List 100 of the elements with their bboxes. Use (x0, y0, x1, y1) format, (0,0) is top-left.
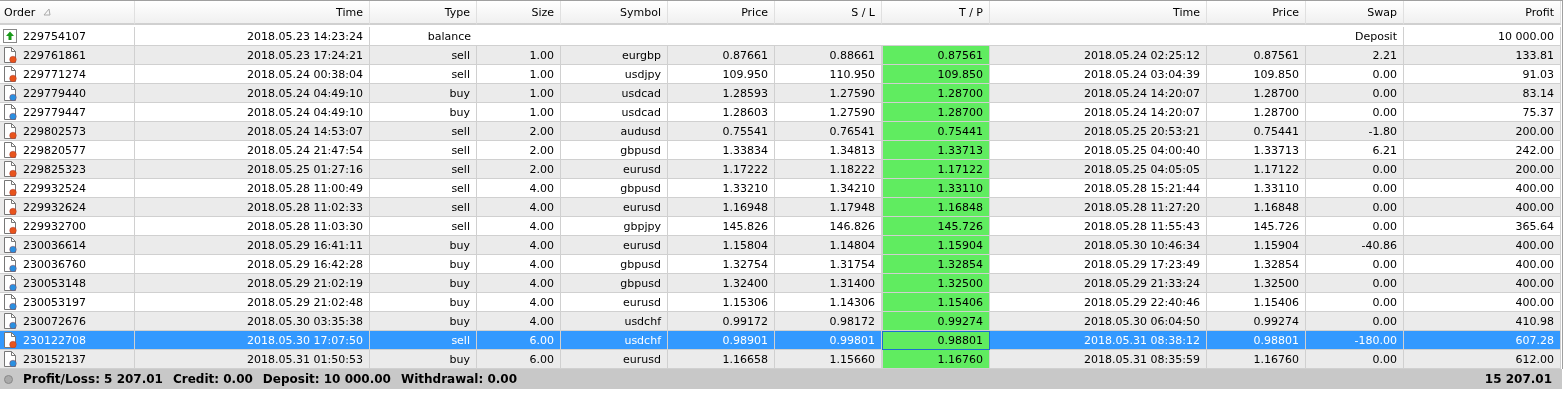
table-cell: 1.15306 (668, 293, 775, 312)
table-cell: 83.14 (1404, 84, 1561, 103)
table-cell: 1.33713 (882, 141, 990, 160)
table-cell: 230036614 (23, 238, 86, 252)
table-cell: 1.33110 (1207, 179, 1306, 198)
table-cell: 2018.05.29 16:41:11 (135, 236, 370, 255)
table-row-order[interactable]: 229779440 (0, 84, 135, 103)
table-cell: 1.00 (477, 84, 561, 103)
table-cell: 1.31400 (775, 274, 882, 293)
table-cell: sell (370, 160, 477, 179)
table-cell: 145.726 (1207, 217, 1306, 236)
table-cell: 1.17122 (882, 160, 990, 179)
table-cell: 1.32400 (668, 274, 775, 293)
table-cell: 2018.05.28 11:00:49 (135, 179, 370, 198)
table-cell: 1.17222 (668, 160, 775, 179)
table-cell: 1.15406 (1207, 293, 1306, 312)
table-row-order[interactable]: 230152137 (0, 350, 135, 369)
table-cell: 0.00 (1306, 179, 1404, 198)
table-row-order[interactable]: 230053148 (0, 274, 135, 293)
table-cell: sell (370, 65, 477, 84)
table-cell: 4.00 (477, 293, 561, 312)
table-cell: sell (370, 198, 477, 217)
table-cell: -1.80 (1306, 122, 1404, 141)
table-cell: 1.34813 (775, 141, 882, 160)
table-cell: 2018.05.31 01:50:53 (135, 350, 370, 369)
table-cell: -40.86 (1306, 236, 1404, 255)
column-header[interactable]: Time (135, 1, 370, 25)
column-header[interactable]: Swap (1306, 1, 1404, 25)
table-cell: 1.28700 (1207, 103, 1306, 122)
table-cell: 1.15660 (775, 350, 882, 369)
table-cell: 0.00 (1306, 293, 1404, 312)
table-row-order[interactable]: 229825323 (0, 160, 135, 179)
table-cell: 230152137 (23, 352, 86, 366)
column-header[interactable]: Type (370, 1, 477, 25)
table-cell: 2018.05.24 02:25:12 (990, 46, 1207, 65)
column-header[interactable]: Time (990, 1, 1207, 25)
column-header[interactable]: Profit (1404, 1, 1561, 25)
table-cell: 109.850 (882, 65, 990, 84)
table-cell: 1.34210 (775, 179, 882, 198)
column-header[interactable]: S / L (775, 1, 882, 25)
table-cell: 0.98172 (775, 312, 882, 331)
table-cell: 2018.05.24 03:04:39 (990, 65, 1207, 84)
table-cell: 410.98 (1404, 312, 1561, 331)
table-cell: 1.28593 (668, 84, 775, 103)
table-cell: 2018.05.24 14:20:07 (990, 103, 1207, 122)
table-cell: 0.98801 (1207, 331, 1306, 350)
table-cell: 2018.05.24 00:38:04 (135, 65, 370, 84)
table-cell: 2018.05.23 14:23:24 (135, 27, 370, 46)
table-cell: eurusd (561, 293, 668, 312)
table-cell: 230072676 (23, 314, 86, 328)
table-cell: 2018.05.24 04:49:10 (135, 103, 370, 122)
table-cell: 365.64 (1404, 217, 1561, 236)
table-cell: 4.00 (477, 198, 561, 217)
table-cell: 230036760 (23, 257, 86, 271)
table-cell: buy (370, 293, 477, 312)
table-cell: 2018.05.30 06:04:50 (990, 312, 1207, 331)
table-cell: 2018.05.25 04:05:05 (990, 160, 1207, 179)
column-header[interactable]: Size (477, 1, 561, 25)
table-cell: 0.75541 (668, 122, 775, 141)
table-cell: sell (370, 46, 477, 65)
table-cell: 0.00 (1306, 217, 1404, 236)
table-row-order[interactable]: 230072676 (0, 312, 135, 331)
table-cell: 229932700 (23, 219, 86, 233)
table-cell: 1.16848 (1207, 198, 1306, 217)
table-cell: -180.00 (1306, 331, 1404, 350)
table-cell: 1.16658 (668, 350, 775, 369)
column-header[interactable]: Order (0, 1, 135, 25)
table-cell: 2018.05.30 10:46:34 (990, 236, 1207, 255)
table-cell: 145.726 (882, 217, 990, 236)
sort-icon (43, 8, 52, 16)
column-header[interactable]: Price (668, 1, 775, 25)
table-row-order[interactable]: 229802573 (0, 122, 135, 141)
table-cell: 0.99274 (1207, 312, 1306, 331)
table-row-order[interactable]: 229932624 (0, 198, 135, 217)
column-header[interactable]: Symbol (561, 1, 668, 25)
table-row-order[interactable]: 229761861 (0, 46, 135, 65)
column-header[interactable]: T / P (882, 1, 990, 25)
table-cell: 0.87561 (882, 46, 990, 65)
table-cell: 4.00 (477, 217, 561, 236)
table-cell: 229802573 (23, 124, 86, 138)
summary-text: Profit/Loss: 5 207.01 (23, 372, 163, 386)
table-cell: 230053197 (23, 295, 86, 309)
table-cell: eurusd (561, 350, 668, 369)
table-cell: usdcad (561, 84, 668, 103)
table-cell: 200.00 (1404, 160, 1561, 179)
table-row-order[interactable]: 230036614 (0, 236, 135, 255)
column-header[interactable]: Price (1207, 1, 1306, 25)
table-cell: 0.98801 (882, 331, 990, 350)
table-cell: 1.27590 (775, 103, 882, 122)
status-dot-icon (4, 374, 13, 384)
table-cell: 2018.05.25 04:00:40 (990, 141, 1207, 160)
total-profit: 15 207.01 (1484, 372, 1553, 386)
table-cell: 4.00 (477, 274, 561, 293)
table-cell: 0.88661 (775, 46, 882, 65)
table-cell: buy (370, 312, 477, 331)
table-cell: audusd (561, 122, 668, 141)
table-cell: 0.76541 (775, 122, 882, 141)
table-cell: 1.33713 (1207, 141, 1306, 160)
table-cell: 0.98901 (668, 331, 775, 350)
table-cell: 230122708 (23, 333, 86, 347)
